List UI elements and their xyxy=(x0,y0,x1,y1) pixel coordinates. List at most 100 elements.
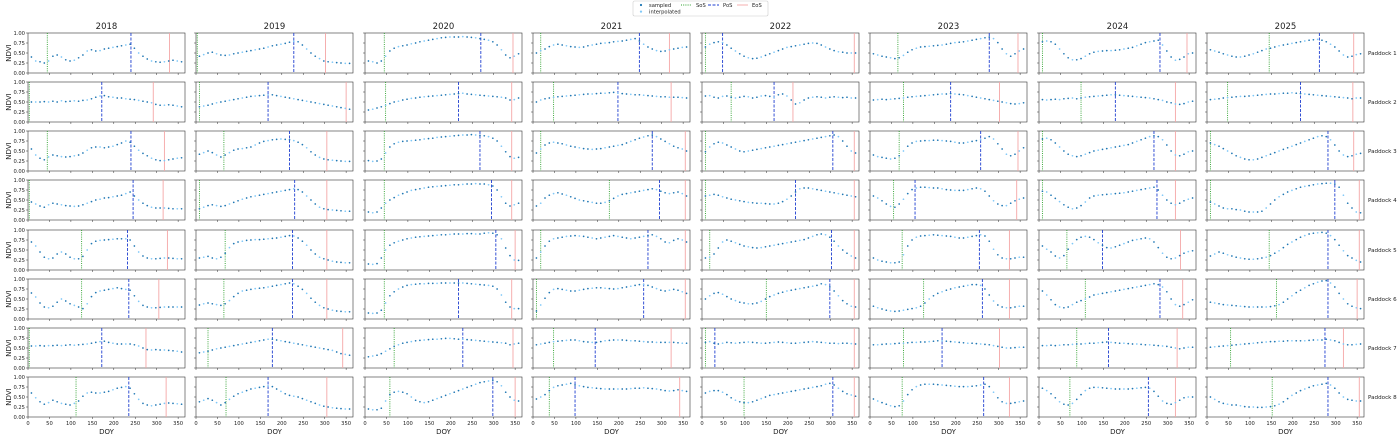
ndvi-point-interpolated xyxy=(681,389,684,392)
panel-paddock-8-2025: 0 50 100 150 200 250 300 350 xyxy=(1205,376,1365,427)
ndvi-point-interpolated xyxy=(305,146,308,149)
ndvi-point-sampled xyxy=(1088,52,1091,55)
ndvi-point-interpolated xyxy=(137,199,140,201)
x-tick-label: 250 xyxy=(635,421,645,427)
ndvi-point-sampled xyxy=(664,241,666,243)
ndvi-point-interpolated xyxy=(668,48,671,51)
ndvi-point-sampled xyxy=(77,205,80,207)
ndvi-point-sampled xyxy=(924,234,926,237)
ndvi-point-sampled xyxy=(1282,92,1285,95)
ndvi-point-interpolated xyxy=(176,207,179,210)
ndvi-point-sampled xyxy=(854,395,857,398)
ndvi-point-sampled xyxy=(1009,55,1012,58)
ndvi-point-sampled xyxy=(898,97,901,100)
ndvi-point-sampled xyxy=(275,284,278,287)
ndvi-point-sampled xyxy=(180,257,183,260)
ndvi-point-sampled xyxy=(64,403,67,406)
ndvi-point-sampled xyxy=(466,36,468,38)
ndvi-point-sampled xyxy=(419,235,421,238)
ndvi-point-interpolated xyxy=(760,147,763,150)
ndvi-point-interpolated xyxy=(1084,153,1087,156)
ndvi-point-sampled xyxy=(717,97,720,99)
ndvi-point-sampled xyxy=(1282,301,1285,304)
ndvi-point-sampled xyxy=(911,48,913,51)
x-axis-title-2021: DOY xyxy=(604,428,620,436)
ndvi-point-sampled xyxy=(704,257,707,259)
ndvi-point-sampled xyxy=(297,98,299,101)
ndvi-point-sampled xyxy=(340,310,342,313)
ndvi-point-sampled xyxy=(1231,207,1233,210)
ndvi-point-interpolated xyxy=(1342,194,1345,197)
ndvi-point-sampled xyxy=(30,241,33,243)
ndvi-point-interpolated xyxy=(811,138,814,140)
ndvi-point-interpolated xyxy=(137,99,140,102)
ndvi-point-interpolated xyxy=(721,391,724,394)
ndvi-point-sampled xyxy=(237,97,239,100)
ndvi-point-sampled xyxy=(245,289,248,292)
ndvi-point-sampled xyxy=(595,43,598,46)
ndvi-point-sampled xyxy=(768,245,771,247)
ndvi-point-sampled xyxy=(288,394,291,397)
ndvi-point-sampled xyxy=(777,392,780,395)
ndvi-point-interpolated xyxy=(1071,97,1074,99)
ndvi-point-sampled xyxy=(444,282,447,284)
ndvi-point-interpolated xyxy=(1278,195,1280,198)
ndvi-point-sampled xyxy=(431,234,434,237)
ndvi-point-sampled xyxy=(569,235,572,237)
ndvi-point-sampled xyxy=(271,93,274,96)
ndvi-point-sampled xyxy=(483,380,486,383)
ndvi-point-sampled xyxy=(1243,55,1246,58)
ndvi-point-sampled xyxy=(1295,238,1298,241)
ndvi-point-interpolated xyxy=(202,53,205,56)
ndvi-point-sampled xyxy=(936,292,939,295)
ndvi-point-sampled xyxy=(1127,287,1130,290)
ndvi-point-sampled xyxy=(820,233,823,235)
ndvi-point-sampled xyxy=(1114,388,1117,390)
ndvi-point-interpolated xyxy=(798,101,801,104)
ndvi-point-sampled xyxy=(557,142,559,144)
ndvi-point-sampled xyxy=(380,407,383,410)
ndvi-point-sampled xyxy=(504,54,507,56)
ndvi-point-sampled xyxy=(717,389,720,392)
ndvi-point-interpolated xyxy=(1226,150,1229,152)
ndvi-point-sampled xyxy=(1209,255,1212,257)
ndvi-point-sampled xyxy=(726,341,728,344)
ndvi-point-interpolated xyxy=(1303,234,1306,237)
ndvi-point-sampled xyxy=(30,345,33,347)
ndvi-point-sampled xyxy=(1338,96,1340,99)
ndvi-point-interpolated xyxy=(215,347,218,350)
x-tick-label: 150 xyxy=(592,421,602,427)
ndvi-point-sampled xyxy=(406,98,408,101)
ndvi-point-sampled xyxy=(1183,102,1185,105)
ndvi-point-interpolated xyxy=(176,350,179,353)
ndvi-point-sampled xyxy=(56,301,59,304)
y-tick-label: 0.50 xyxy=(13,100,25,106)
ndvi-point-sampled xyxy=(672,191,675,194)
ndvi-point-sampled xyxy=(984,235,986,237)
ndvi-point-sampled xyxy=(971,140,973,143)
ndvi-point-sampled xyxy=(39,157,41,160)
ndvi-point-sampled xyxy=(142,202,144,205)
ndvi-point-interpolated xyxy=(474,283,477,286)
ndvi-point-sampled xyxy=(367,159,370,162)
ndvi-point-sampled xyxy=(743,150,745,153)
ndvi-point-interpolated xyxy=(1161,44,1164,46)
ndvi-point-interpolated xyxy=(137,149,140,152)
ndvi-point-sampled xyxy=(56,253,59,255)
ndvi-point-sampled xyxy=(599,340,602,343)
ndvi-point-interpolated xyxy=(99,290,101,292)
ndvi-point-sampled xyxy=(1191,346,1194,349)
ndvi-point-sampled xyxy=(621,143,624,146)
ndvi-point-sampled xyxy=(314,55,317,58)
ndvi-point-interpolated xyxy=(837,294,840,297)
ndvi-point-sampled xyxy=(1022,48,1025,50)
ndvi-point-interpolated xyxy=(397,390,400,393)
y-tick-label: 0.50 xyxy=(13,149,25,155)
ndvi-point-sampled xyxy=(1075,155,1078,158)
ndvi-point-sampled xyxy=(756,302,758,304)
ndvi-point-interpolated xyxy=(163,257,166,259)
ndvi-point-sampled xyxy=(612,197,615,200)
ndvi-point-sampled xyxy=(1088,387,1091,390)
ndvi-point-sampled xyxy=(1191,298,1194,301)
ndvi-point-sampled xyxy=(90,342,93,345)
